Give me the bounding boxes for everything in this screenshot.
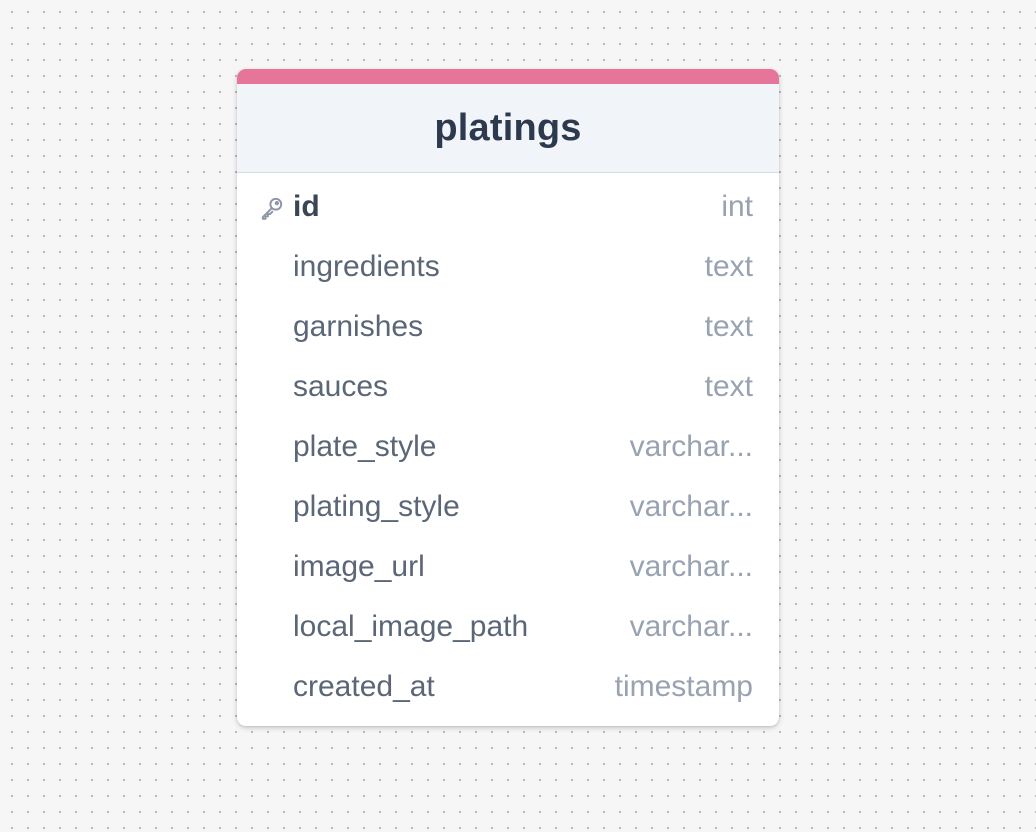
column-row-local-image-path[interactable]: local_image_path varchar... xyxy=(237,597,779,657)
column-row-plating-style[interactable]: plating_style varchar... xyxy=(237,477,779,537)
column-type: text xyxy=(704,310,753,343)
column-type: varchar... xyxy=(629,610,753,643)
column-row-garnishes[interactable]: garnishes text xyxy=(237,297,779,357)
column-row-plate-style[interactable]: plate_style varchar... xyxy=(237,417,779,477)
table-header[interactable]: platings xyxy=(237,84,779,173)
column-row-id[interactable]: id int xyxy=(237,177,779,237)
column-row-sauces[interactable]: sauces text xyxy=(237,357,779,417)
table-card-platings[interactable]: platings id int ingredients text garnish… xyxy=(237,69,779,726)
key-icon xyxy=(261,197,283,220)
table-title: platings xyxy=(434,106,582,149)
column-type: varchar... xyxy=(629,430,753,463)
column-name: plating_style xyxy=(293,490,460,523)
column-row-created-at[interactable]: created_at timestamp xyxy=(237,657,779,717)
column-name: sauces xyxy=(293,370,389,403)
column-type: varchar... xyxy=(629,550,753,583)
column-name: id xyxy=(293,190,320,223)
column-name: garnishes xyxy=(293,310,424,343)
table-accent-bar xyxy=(237,69,779,84)
column-name: plate_style xyxy=(293,430,437,463)
column-type: text xyxy=(704,250,753,283)
column-list: id int ingredients text garnishes text s… xyxy=(237,173,779,717)
column-name: local_image_path xyxy=(293,610,529,643)
column-type: varchar... xyxy=(629,490,753,523)
column-row-ingredients[interactable]: ingredients text xyxy=(237,237,779,297)
column-type: int xyxy=(721,190,753,223)
column-name: created_at xyxy=(293,670,435,703)
column-type: timestamp xyxy=(614,670,753,703)
column-name: image_url xyxy=(293,550,425,583)
column-row-image-url[interactable]: image_url varchar... xyxy=(237,537,779,597)
column-name: ingredients xyxy=(293,250,440,283)
column-type: text xyxy=(704,370,753,403)
